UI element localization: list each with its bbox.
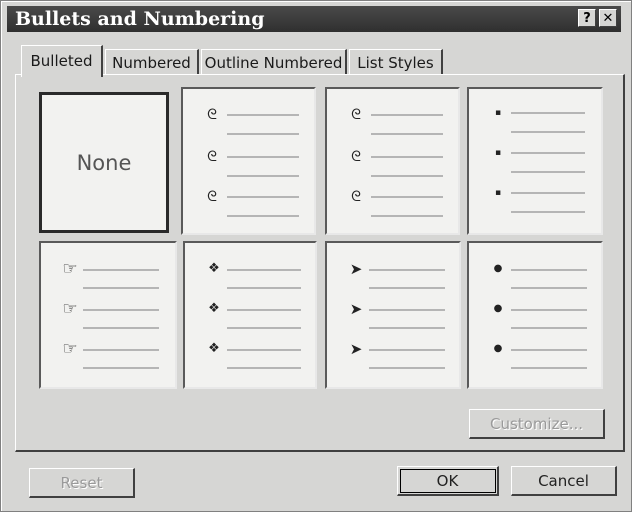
- round-dot-bullet-icon: ●: [493, 343, 503, 354]
- text-line: [227, 215, 299, 217]
- text-line: [371, 133, 443, 135]
- bullet-style-round-dot[interactable]: ● ● ●: [467, 241, 603, 389]
- small-dot-bullet-icon: ▪: [494, 188, 502, 198]
- text-line: [227, 309, 301, 311]
- text-line: [227, 349, 301, 351]
- tab-label: List Styles: [357, 54, 434, 72]
- ok-button[interactable]: OK: [397, 466, 499, 496]
- text-line: [83, 287, 159, 289]
- text-line: [511, 131, 585, 133]
- text-line: [227, 287, 301, 289]
- bullet-style-four-diamond[interactable]: ❖ ❖ ❖: [183, 241, 317, 389]
- text-line: [83, 309, 159, 311]
- scribble-bullet-icon: ᘓ: [351, 107, 361, 123]
- round-dot-bullet-icon: ●: [493, 303, 503, 314]
- scribble-bullet-icon: ᘓ: [207, 149, 217, 165]
- tab-numbered[interactable]: Numbered: [105, 49, 199, 75]
- text-line: [511, 171, 585, 173]
- dialog-title: Bullets and Numbering: [15, 8, 265, 30]
- text-line: [83, 327, 159, 329]
- text-line: [371, 215, 443, 217]
- text-line: [227, 196, 299, 198]
- four-diamond-bullet-icon: ❖: [208, 261, 220, 276]
- tab-list-styles[interactable]: List Styles: [349, 49, 443, 75]
- bullet-style-hand-pointer[interactable]: ☞ ☞ ☞: [39, 241, 177, 389]
- tab-outline-numbered[interactable]: Outline Numbered: [201, 49, 347, 75]
- text-line: [83, 367, 159, 369]
- text-line: [511, 152, 585, 154]
- scribble-bullet-icon: ᘓ: [351, 189, 361, 205]
- text-line: [511, 269, 587, 271]
- scribble-bullet-icon: ᘓ: [207, 107, 217, 123]
- text-line: [227, 156, 299, 158]
- text-line: [369, 367, 445, 369]
- text-line: [511, 349, 587, 351]
- four-diamond-bullet-icon: ❖: [208, 341, 220, 356]
- small-dot-bullet-icon: ▪: [494, 108, 502, 118]
- title-bar[interactable]: Bullets and Numbering ? ✕: [7, 6, 621, 32]
- text-line: [511, 192, 585, 194]
- text-line: [369, 287, 445, 289]
- text-line: [511, 327, 587, 329]
- text-line: [369, 309, 445, 311]
- text-line: [227, 269, 301, 271]
- none-label: None: [76, 151, 132, 175]
- text-line: [369, 327, 445, 329]
- arrowhead-bullet-icon: ➤: [349, 340, 363, 358]
- text-line: [511, 112, 585, 114]
- help-button[interactable]: ?: [578, 9, 596, 27]
- tab-strip: Bulleted Numbered Outline Numbered List …: [15, 45, 625, 77]
- pointing-hand-bullet-icon: ☞: [62, 259, 78, 279]
- close-button[interactable]: ✕: [599, 9, 617, 27]
- customize-button[interactable]: Customize...: [469, 409, 605, 439]
- cancel-button[interactable]: Cancel: [511, 466, 617, 496]
- text-line: [369, 349, 445, 351]
- text-line: [511, 309, 587, 311]
- text-line: [227, 175, 299, 177]
- text-line: [227, 114, 299, 116]
- text-line: [83, 349, 159, 351]
- text-line: [511, 211, 585, 213]
- bullet-style-small-dot[interactable]: ▪ ▪ ▪: [467, 87, 603, 235]
- reset-button[interactable]: Reset: [29, 468, 135, 498]
- small-dot-bullet-icon: ▪: [494, 148, 502, 158]
- text-line: [227, 367, 301, 369]
- text-line: [511, 367, 587, 369]
- round-dot-bullet-icon: ●: [493, 263, 503, 274]
- text-line: [83, 269, 159, 271]
- tab-label: Numbered: [112, 54, 191, 72]
- tab-label: Bulleted: [30, 52, 93, 70]
- bullet-style-arrowhead[interactable]: ➤ ➤ ➤: [325, 241, 461, 389]
- pointing-hand-bullet-icon: ☞: [62, 339, 78, 359]
- arrowhead-bullet-icon: ➤: [349, 300, 363, 318]
- scribble-bullet-icon: ᘓ: [351, 149, 361, 165]
- pointing-hand-bullet-icon: ☞: [62, 299, 78, 319]
- text-line: [371, 175, 443, 177]
- text-line: [371, 114, 443, 116]
- tab-label: Outline Numbered: [204, 54, 343, 72]
- bullets-and-numbering-dialog: Bullets and Numbering ? ✕ Bulleted Numbe…: [0, 0, 632, 512]
- text-line: [371, 196, 443, 198]
- tab-bulleted[interactable]: Bulleted: [21, 45, 103, 77]
- text-line: [371, 156, 443, 158]
- text-line: [227, 327, 301, 329]
- scribble-bullet-icon: ᘓ: [207, 189, 217, 205]
- bullet-style-none[interactable]: None: [39, 92, 169, 233]
- text-line: [369, 269, 445, 271]
- arrowhead-bullet-icon: ➤: [349, 260, 363, 278]
- four-diamond-bullet-icon: ❖: [208, 301, 220, 316]
- bullet-style-scribble[interactable]: ᘓ ᘓ ᘓ: [181, 87, 316, 235]
- text-line: [227, 133, 299, 135]
- bullet-style-scribble-2[interactable]: ᘓ ᘓ ᘓ: [325, 87, 460, 235]
- text-line: [511, 287, 587, 289]
